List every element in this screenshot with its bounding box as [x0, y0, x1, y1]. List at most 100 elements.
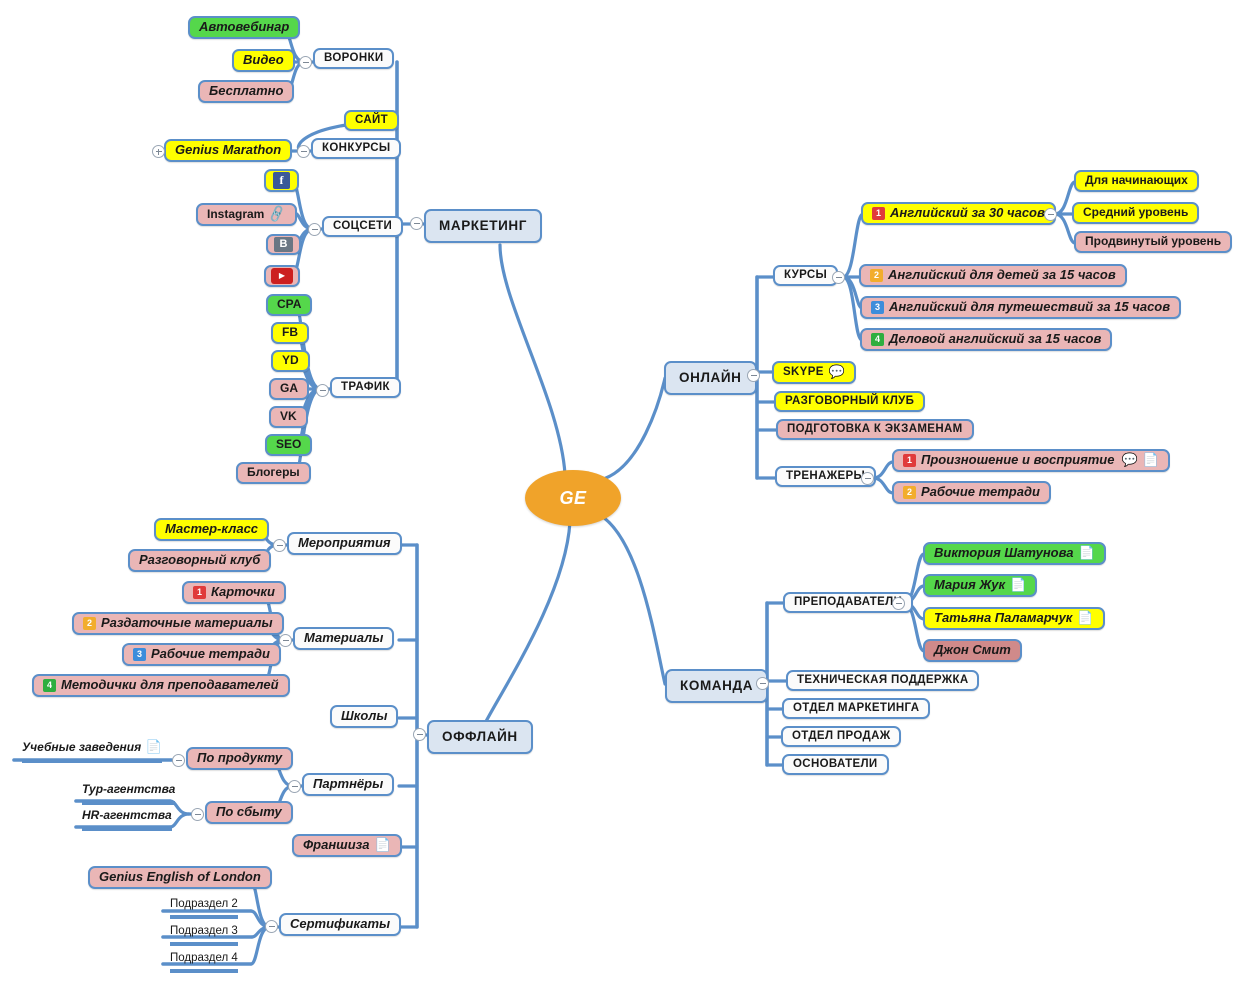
node-instagram[interactable]: Instagram 🔗	[196, 203, 297, 226]
group-contests[interactable]: КОНКУРСЫ	[311, 138, 402, 160]
node-genius-marathon[interactable]: Genius Marathon	[164, 139, 293, 162]
toggle-offline[interactable]	[413, 728, 426, 741]
toggle-materials[interactable]	[279, 634, 292, 647]
branch-team[interactable]: КОМАНДА	[665, 669, 769, 703]
group-traffic[interactable]: ТРАФИК	[330, 377, 401, 399]
branch-online[interactable]: ОНЛАЙН	[664, 361, 757, 395]
node-skype[interactable]: SKYPE 💬	[772, 361, 856, 384]
toggle-traffic[interactable]	[316, 384, 329, 397]
node-seo[interactable]: SEO	[265, 434, 313, 456]
document-icon: 📄	[1010, 577, 1027, 592]
node-youtube[interactable]: ▶	[264, 265, 300, 287]
node-material-3-label: Рабочие тетради	[151, 646, 270, 661]
toggle-marketing[interactable]	[410, 217, 423, 230]
node-sales-dept[interactable]: ОТДЕЛ ПРОДАЖ	[781, 726, 902, 748]
toggle-trainers[interactable]	[861, 472, 874, 485]
node-trainer-1[interactable]: 1 Произношение и восприятие 💬 📄	[892, 449, 1170, 472]
node-autowebinar[interactable]: Автовебинар	[188, 16, 301, 39]
node-material-1[interactable]: 1 Карточки	[182, 581, 286, 604]
toggle-contests[interactable]	[297, 145, 310, 158]
node-educational-institutions[interactable]: Учебные заведения 📄	[22, 738, 162, 763]
badge-4: 4	[43, 678, 56, 692]
node-founders[interactable]: ОСНОВАТЕЛИ	[782, 754, 889, 776]
node-subsection-2[interactable]: Подраздел 2	[170, 894, 238, 919]
node-video[interactable]: Видео	[232, 49, 295, 72]
node-yd[interactable]: YD	[271, 350, 310, 372]
node-trainer-2[interactable]: 2 Рабочие тетради	[892, 481, 1051, 504]
toggle-social[interactable]	[308, 223, 321, 236]
node-material-2[interactable]: 2 Раздаточные материалы	[72, 612, 284, 635]
group-funnels-label: ВОРОНКИ	[324, 52, 384, 64]
node-hr-agencies[interactable]: HR-агентства	[82, 806, 172, 831]
node-by-sales[interactable]: По сбыту	[205, 801, 293, 824]
node-subsection-3[interactable]: Подраздел 3	[170, 921, 238, 946]
group-certificates[interactable]: Сертификаты	[279, 913, 402, 936]
node-schools[interactable]: Школы	[330, 705, 399, 728]
group-funnels[interactable]: ВОРОНКИ	[313, 48, 395, 70]
node-level-advanced[interactable]: Продвинутый уровень	[1074, 231, 1233, 253]
toggle-course-levels[interactable]	[1044, 208, 1057, 221]
node-teacher-3-label: Татьяна Паламарчук	[934, 610, 1073, 625]
toggle-by-sales[interactable]	[191, 808, 204, 821]
node-marketing-dept[interactable]: ОТДЕЛ МАРКЕТИНГА	[782, 698, 931, 720]
group-partners[interactable]: Партнёры	[302, 773, 395, 796]
toggle-funnels[interactable]	[299, 56, 312, 69]
node-travel-agencies[interactable]: Тур-агентства	[82, 780, 176, 805]
group-events[interactable]: Мероприятия	[287, 532, 402, 555]
toggle-genius-marathon-expand[interactable]	[152, 145, 165, 158]
node-teacher-1[interactable]: Виктория Шатунова 📄	[923, 542, 1106, 565]
toggle-events[interactable]	[273, 539, 286, 552]
node-exam-prep[interactable]: ПОДГОТОВКА К ЭКЗАМЕНАМ	[776, 419, 974, 441]
node-bloggers-label: Блогеры	[247, 465, 300, 479]
node-level-intermediate-label: Средний уровень	[1083, 205, 1189, 219]
node-level-beginner[interactable]: Для начинающих	[1074, 170, 1199, 192]
toggle-team[interactable]	[756, 677, 769, 690]
node-material-3[interactable]: 3 Рабочие тетради	[122, 643, 281, 666]
node-vk-traffic[interactable]: VK	[269, 406, 308, 428]
node-cpa[interactable]: CPA	[266, 294, 313, 316]
node-bloggers[interactable]: Блогеры	[236, 462, 311, 484]
node-teacher-3[interactable]: Татьяна Паламарчук 📄	[923, 607, 1105, 630]
node-ga[interactable]: GA	[269, 378, 309, 400]
node-masterclass[interactable]: Мастер-класс	[154, 518, 270, 541]
branch-marketing[interactable]: МАРКЕТИНГ	[424, 209, 542, 243]
node-genius-marathon-label: Genius Marathon	[175, 142, 282, 157]
node-course-1[interactable]: 1 Английский за 30 часов	[861, 202, 1056, 225]
badge-3: 3	[871, 300, 884, 314]
node-course-4[interactable]: 4 Деловой английский за 15 часов	[860, 328, 1113, 351]
node-teacher-2[interactable]: Мария Жук 📄	[923, 574, 1038, 597]
group-social[interactable]: СОЦСЕТИ	[322, 216, 404, 238]
branch-marketing-label: МАРКЕТИНГ	[439, 218, 527, 233]
node-subsection-4[interactable]: Подраздел 4	[170, 948, 238, 973]
node-free[interactable]: Бесплатно	[198, 80, 295, 103]
toggle-online[interactable]	[747, 369, 760, 382]
node-vk[interactable]: B	[266, 234, 301, 255]
node-certificate-1[interactable]: Genius English of London	[88, 866, 272, 889]
group-courses[interactable]: КУРСЫ	[773, 265, 839, 287]
root-node[interactable]: GE	[525, 470, 621, 526]
node-tech-support[interactable]: ТЕХНИЧЕСКАЯ ПОДДЕРЖКА	[786, 670, 980, 692]
node-course-3[interactable]: 3 Английский для путешествий за 15 часов	[860, 296, 1182, 319]
node-franchise-label: Франшиза	[303, 837, 370, 852]
node-material-4[interactable]: 4 Методички для преподавателей	[32, 674, 290, 697]
toggle-courses[interactable]	[832, 271, 845, 284]
node-course-1-label: Английский за 30 часов	[890, 205, 1045, 220]
node-by-product[interactable]: По продукту	[186, 747, 294, 770]
toggle-by-product[interactable]	[172, 754, 185, 767]
node-fb-traffic[interactable]: FB	[271, 322, 309, 344]
node-franchise[interactable]: Франшиза 📄	[292, 834, 402, 857]
branch-offline[interactable]: ОФФЛАЙН	[427, 720, 533, 754]
document-icon: 📄	[1078, 545, 1095, 560]
group-materials[interactable]: Материалы	[293, 627, 395, 650]
node-site[interactable]: САЙТ	[344, 110, 400, 132]
toggle-partners[interactable]	[288, 780, 301, 793]
node-facebook[interactable]: f	[264, 169, 299, 192]
node-course-2[interactable]: 2 Английский для детей за 15 часов	[859, 264, 1127, 287]
toggle-teachers[interactable]	[892, 597, 905, 610]
node-schools-label: Школы	[341, 708, 388, 723]
toggle-certificates[interactable]	[265, 920, 278, 933]
node-level-intermediate[interactable]: Средний уровень	[1072, 202, 1200, 224]
node-speaking-club-offline[interactable]: Разговорный клуб	[128, 549, 272, 572]
node-teacher-4[interactable]: Джон Смит	[923, 639, 1022, 662]
node-speaking-club-online[interactable]: РАЗГОВОРНЫЙ КЛУБ	[774, 391, 926, 413]
